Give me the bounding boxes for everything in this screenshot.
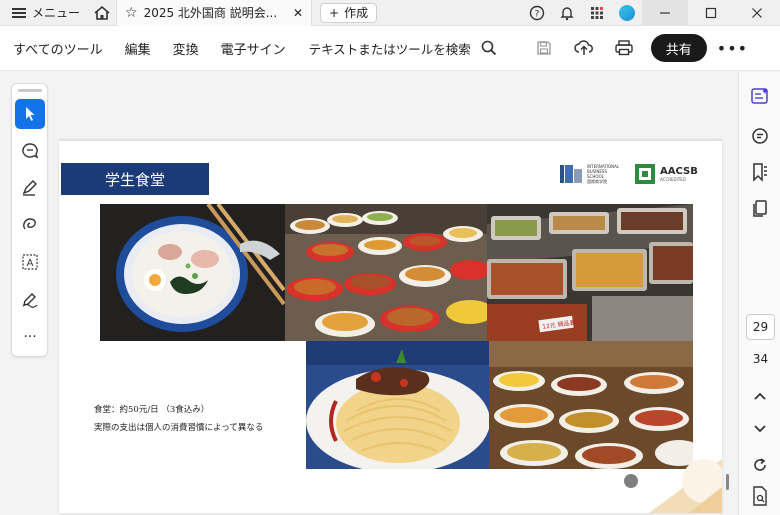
close-window-button[interactable] <box>734 0 780 26</box>
current-page-input[interactable]: 29 <box>746 314 775 340</box>
next-page-icon[interactable] <box>748 417 772 441</box>
document-search-icon[interactable] <box>748 484 772 508</box>
create-label: 作成 <box>344 6 369 20</box>
edit-menu[interactable]: 編集 <box>114 39 162 58</box>
aacsb-sub: ACCREDITED <box>660 176 686 182</box>
star-icon[interactable]: ☆ <box>125 5 138 21</box>
comment-tool-icon[interactable] <box>15 136 45 166</box>
bookmarks-icon[interactable] <box>748 160 772 184</box>
ibs-mark-icon <box>560 165 582 183</box>
tools-panel: A ··· <box>11 83 48 357</box>
ibs-logo: INTERNATIONAL BUSINESS SCHOOL 国際商学院 <box>559 163 619 185</box>
home-icon[interactable] <box>88 0 116 26</box>
select-tool-icon[interactable] <box>15 99 45 129</box>
comments-panel-icon[interactable] <box>748 124 772 148</box>
document-tab[interactable]: ☆ 2025 北外国商 説明会... ✕ <box>116 0 313 26</box>
text-select-tool-icon[interactable]: A <box>15 247 45 277</box>
maximize-button[interactable] <box>688 0 734 26</box>
photo-noodles-plate <box>306 341 489 469</box>
total-pages: 34 <box>752 352 769 366</box>
create-button[interactable]: + 作成 <box>320 2 378 23</box>
upload-cloud-icon[interactable] <box>567 31 601 65</box>
save-icon[interactable] <box>527 31 561 65</box>
help-icon[interactable]: ? <box>522 0 552 26</box>
more-tools-icon[interactable]: ··· <box>15 322 45 352</box>
fill-sign-tool-icon[interactable] <box>15 284 45 314</box>
page-thumbnails-icon[interactable] <box>748 197 772 221</box>
right-panel: 29 34 <box>738 72 780 515</box>
ibs-text: INTERNATIONAL BUSINESS SCHOOL 国際商学院 <box>587 164 619 184</box>
ai-assistant-icon[interactable] <box>748 84 772 108</box>
panel-drag-handle[interactable] <box>18 89 42 92</box>
search-input[interactable]: テキストまたはツールを検索 <box>309 39 471 58</box>
convert-menu[interactable]: 変換 <box>162 39 210 58</box>
all-tools-menu[interactable]: すべてのツール <box>0 39 114 58</box>
avatar[interactable] <box>612 0 642 26</box>
previous-page-icon[interactable] <box>748 384 772 408</box>
menu-button[interactable]: メニュー <box>0 0 88 26</box>
freehand-tool-icon[interactable] <box>15 210 45 240</box>
more-options-icon[interactable]: ••• <box>717 39 748 58</box>
ibs-line: 国際商学院 <box>587 179 607 184</box>
rotate-view-icon[interactable] <box>748 453 772 477</box>
aacsb-name: AACSB <box>660 165 698 177</box>
bell-icon[interactable] <box>552 0 582 26</box>
e-sign-menu[interactable]: 電子サイン <box>210 39 297 58</box>
photo-soup-bowl <box>100 204 285 341</box>
close-tab-icon[interactable]: ✕ <box>293 6 303 20</box>
menu-label: メニュー <box>32 6 81 20</box>
vertical-scrollbar[interactable] <box>726 474 729 490</box>
aacsb-logo: AACSB ACCREDITED <box>634 163 698 185</box>
title-bar: メニュー ☆ 2025 北外国商 説明会... ✕ + 作成 ? <box>0 0 780 26</box>
slide-title: 学生食堂 <box>61 163 209 195</box>
decorative-corner-shapes <box>624 459 722 513</box>
hamburger-icon <box>12 7 26 18</box>
share-button[interactable]: 共有 <box>650 34 707 62</box>
pdf-page: 学生食堂 INTERNATIONAL BUSINESS SCHOOL 国際商学院… <box>59 141 722 513</box>
photo-buffet-trays: 12元 精品套餐 <box>487 204 693 341</box>
tab-title: 2025 北外国商 説明会... <box>143 6 278 20</box>
plus-icon: + <box>329 5 340 20</box>
draw-tool-icon[interactable] <box>15 173 45 203</box>
search-icon[interactable] <box>479 38 499 58</box>
photo-cafeteria-bowls <box>285 204 487 341</box>
caption-line-2: 実際の支出は個人の消費習慣によって異なる <box>94 423 264 433</box>
svg-text:A: A <box>27 258 34 269</box>
main-toolbar: すべてのツール 編集 変換 電子サイン テキストまたはツールを検索 共有 ••• <box>0 26 780 71</box>
svg-text:?: ? <box>535 10 540 20</box>
caption-line-1: 食堂：約50元/日 （3食込み） <box>94 405 210 415</box>
aacsb-mark-icon <box>635 164 655 184</box>
minimize-button[interactable] <box>642 0 688 26</box>
print-icon[interactable] <box>607 31 641 65</box>
apps-grid-icon[interactable] <box>582 0 612 26</box>
